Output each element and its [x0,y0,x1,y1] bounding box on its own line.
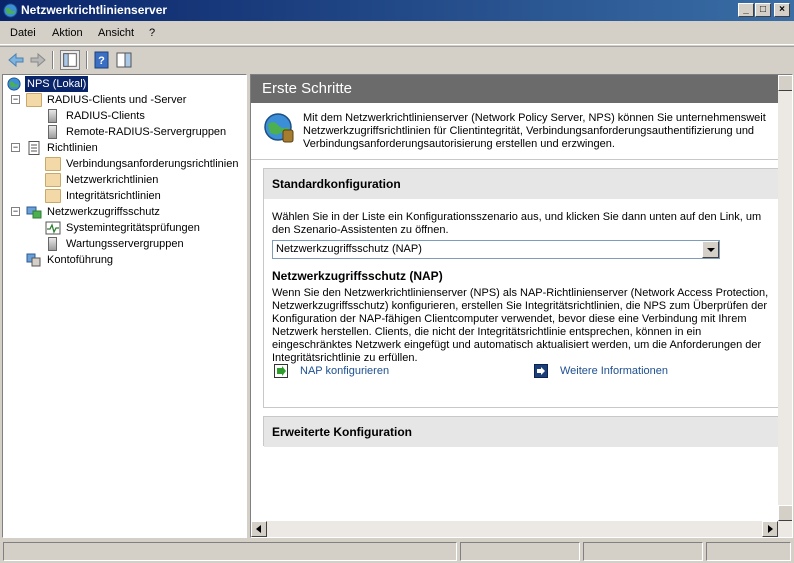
tree-node-label: NPS (Lokal) [23,75,90,93]
collapse-toggle[interactable]: − [11,95,20,104]
tree-node-label: Netzwerkrichtlinien [66,174,159,186]
green-arrow-icon [274,364,288,378]
close-button[interactable]: × [774,3,790,17]
toolbar: ? [0,46,794,72]
server-icon [48,237,57,251]
folder-icon [45,189,61,203]
policy-document-icon [28,141,40,155]
horizontal-scrollbar[interactable] [251,521,792,537]
forward-arrow-icon[interactable] [28,50,48,70]
more-info-link[interactable]: Weitere Informationen [534,363,734,379]
menu-ansicht[interactable]: Ansicht [98,27,134,39]
server-icon [48,109,57,123]
blue-arrow-icon [534,364,548,378]
window-title: Netzwerkrichtlinienserver [21,3,168,17]
section-description: Wählen Sie in der Liste ein Konfiguratio… [272,211,762,236]
tree-node-label: RADIUS-Clients [66,110,145,122]
scroll-up-button[interactable] [778,75,792,91]
section-header[interactable]: Erweiterte Konfiguration [264,417,792,447]
nps-globe-icon [264,113,294,143]
minimize-button[interactable]: _ [738,3,754,17]
status-panel [583,542,703,561]
right-arrow-icon [768,525,773,533]
nps-globe-icon [3,3,18,18]
scroll-left-button[interactable] [251,521,267,537]
folder-icon [45,173,61,187]
tree-node-label: Verbindungsanforderungsrichtlinien [66,158,239,170]
link-label: NAP konfigurieren [300,365,390,377]
folder-icon [26,93,42,107]
server-icon [48,125,57,139]
divider [251,159,780,160]
advanced-config-section: Erweiterte Konfiguration [263,416,792,447]
intro-banner: Mit dem Netzwerkrichtlinienserver (Netwo… [251,103,780,157]
menu-datei[interactable]: Datei [10,27,36,39]
collapse-toggle[interactable]: − [11,207,20,216]
section-title: Standardkonfiguration [272,177,401,191]
details-pane: Erste Schritte Mit dem Netzwerkrichtlini… [250,74,793,538]
vertical-scrollbar[interactable] [778,75,792,521]
tree-node-label: Integritätsrichtlinien [66,190,161,202]
tree-node-label: Netzwerkzugriffsschutz [47,206,160,218]
link-label: Weitere Informationen [560,365,669,377]
network-shield-icon [26,206,42,219]
status-panel [3,542,457,561]
status-panel [706,542,791,561]
tree-node-label: Richtlinien [47,142,98,154]
nps-globe-icon [7,77,21,91]
maximize-button[interactable]: □ [755,3,771,17]
standard-config-section: Standardkonfiguration Wählen Sie in der … [263,168,792,408]
svg-text:?: ? [98,55,105,67]
dropdown-arrow-icon[interactable] [702,241,719,258]
scenario-title: Netzwerkzugriffsschutz (NAP) [272,269,443,283]
show-hide-tree-icon[interactable] [60,50,80,70]
accounting-icon [26,253,41,267]
scenario-select[interactable]: Netzwerkzugriffsschutz (NAP) [272,240,720,259]
toolbar-separator [86,51,88,69]
scroll-down-button[interactable] [778,505,792,521]
back-arrow-icon[interactable] [6,50,26,70]
configure-nap-link[interactable]: NAP konfigurieren [274,363,474,379]
tree-node-label: Wartungsservergruppen [66,238,184,250]
left-arrow-icon [256,525,261,533]
pane-title: Erste Schritte [251,75,792,103]
scenario-description: Wenn Sie den Netzwerkrichtlinienserver (… [272,287,769,364]
show-hide-action-pane-icon[interactable] [114,50,134,70]
tree-node-label: Kontoführung [47,254,114,266]
tree-node-label: Remote-RADIUS-Servergruppen [66,126,227,138]
section-header[interactable]: Standardkonfiguration [264,169,792,199]
menu-help[interactable]: ? [149,27,155,39]
title-bar: Netzwerkrichtlinienserver _ □ × [0,0,794,21]
select-value: Netzwerkzugriffsschutz (NAP) [276,243,422,255]
status-panel [460,542,580,561]
menu-aktion[interactable]: Aktion [52,27,83,39]
section-title: Erweiterte Konfiguration [272,425,413,439]
collapse-toggle[interactable]: − [11,143,20,152]
help-icon[interactable]: ? [92,50,112,70]
status-bar [0,540,794,563]
health-monitor-icon [45,221,61,235]
tree-node-label: Systemintegritätsprüfungen [66,222,200,234]
toolbar-separator [52,51,54,69]
menu-bar: Datei Aktion Ansicht ? [0,21,794,45]
tree-node-label: RADIUS-Clients und -Server [47,94,187,106]
console-tree: NPS (Lokal) − RADIUS-Clients und -Server… [2,74,247,538]
intro-text: Mit dem Netzwerkrichtlinienserver (Netwo… [303,112,766,150]
scroll-right-button[interactable] [762,521,778,537]
folder-icon [45,157,61,171]
